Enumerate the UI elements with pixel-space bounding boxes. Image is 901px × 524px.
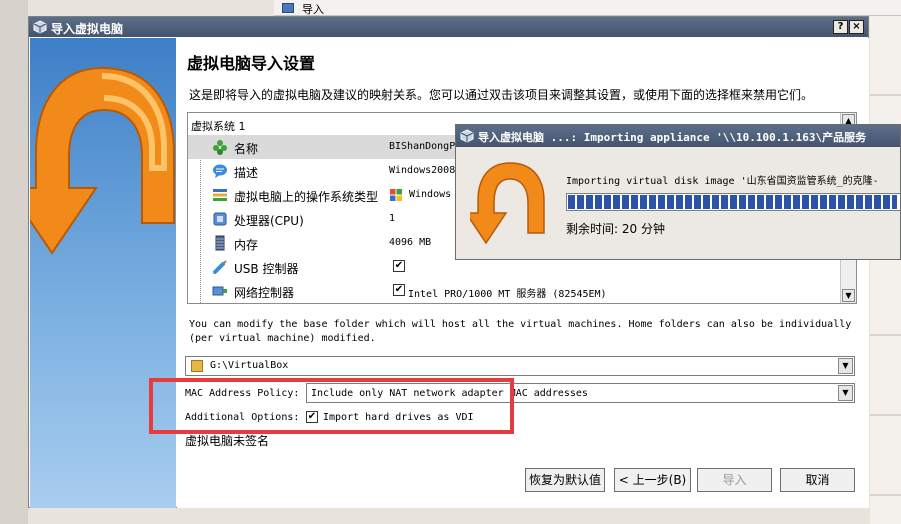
- network-checkbox[interactable]: ✔: [393, 284, 405, 296]
- row-value: Windows: [409, 189, 452, 200]
- progress-bar-fill: [568, 195, 897, 209]
- page-title: 虚拟电脑导入设置: [187, 54, 316, 73]
- progress-status: Importing virtual disk image '山东省国资监管系统_…: [566, 176, 879, 187]
- virtualbox-icon: [33, 20, 47, 34]
- progress-titlebar[interactable]: 导入虚拟电脑 ...: Importing appliance '\\10.10…: [456, 125, 900, 147]
- dialog-title: 导入虚拟电脑: [51, 22, 124, 36]
- cancel-button[interactable]: 取消: [780, 468, 855, 492]
- tree-root-item[interactable]: 虚拟系统 1: [191, 118, 246, 134]
- background-window-right: [870, 16, 901, 524]
- row-label: 内存: [234, 238, 259, 252]
- row-value: 1: [389, 213, 396, 224]
- scroll-down-icon[interactable]: ▼: [842, 289, 855, 302]
- restore-defaults-button[interactable]: 恢复为默认值: [525, 468, 605, 492]
- os-type-icon: [213, 189, 227, 201]
- row-label: 处理器(CPU): [234, 214, 304, 228]
- usb-checkbox[interactable]: ✔: [393, 260, 405, 272]
- import-arrow-icon: [30, 66, 175, 255]
- row-label: 网络控制器: [234, 286, 295, 300]
- cpu-icon: [213, 212, 227, 226]
- windows-logo-icon: [390, 189, 402, 201]
- row-label: USB 控制器: [234, 262, 299, 276]
- row-label: 虚拟电脑上的操作系统类型: [234, 190, 379, 204]
- speech-bubble-icon: [213, 164, 227, 178]
- usb-icon: [213, 260, 227, 274]
- base-folder-value: G:\VirtualBox: [210, 360, 289, 371]
- tree-row-network[interactable]: 网络控制器 ✔ Intel PRO/1000 MT 服务器 (82545EM): [188, 279, 840, 303]
- window-icon: [282, 3, 294, 13]
- row-label: 描述: [234, 166, 259, 180]
- row-label: 名称: [234, 142, 259, 156]
- folder-icon: [191, 360, 203, 372]
- page-description: 这是即将导入的虚拟电脑及建议的映射关系。您可以通过双击该项目来调整其设置，或使用…: [189, 88, 814, 102]
- help-button[interactable]: ?: [833, 20, 848, 34]
- back-button[interactable]: < 上一步(B): [614, 468, 691, 492]
- row-value: BIShanDongP: [389, 141, 456, 152]
- import-button[interactable]: 导入: [697, 468, 772, 492]
- memory-icon: [215, 235, 225, 251]
- background-window-left: [0, 0, 28, 524]
- progress-bar: [566, 193, 900, 211]
- virtualbox-icon: [460, 129, 474, 143]
- close-button[interactable]: ×: [849, 20, 864, 34]
- import-progress-dialog: 导入虚拟电脑 ...: Importing appliance '\\10.10…: [455, 124, 901, 260]
- base-folder-note: You can modify the base folder which wil…: [189, 319, 852, 344]
- unsigned-note: 虚拟电脑未签名: [185, 434, 270, 448]
- background-window-title: 导入: [302, 3, 324, 16]
- wizard-content: 虚拟电脑导入设置 这是即将导入的虚拟电脑及建议的映射关系。您可以通过双击该项目来…: [177, 38, 869, 508]
- row-value: Intel PRO/1000 MT 服务器 (82545EM): [408, 289, 607, 300]
- network-icon: [212, 286, 227, 296]
- green-puzzle-icon: [213, 140, 227, 155]
- import-appliance-dialog: 导入虚拟电脑 ? × 虚拟电脑导入设置 这是即将导入的虚拟电脑及建议的映射关系。…: [28, 16, 869, 508]
- chevron-down-icon[interactable]: ▼: [838, 358, 853, 374]
- import-arrow-icon: [470, 162, 545, 245]
- wizard-side-banner: [30, 38, 176, 508]
- base-folder-select[interactable]: G:\VirtualBox ▼: [185, 356, 855, 376]
- time-remaining: 剩余时间: 20 分钟: [566, 222, 665, 236]
- row-value: Windows2008: [389, 165, 456, 176]
- chevron-down-icon[interactable]: ▼: [838, 385, 853, 401]
- dialog-titlebar[interactable]: 导入虚拟电脑 ? ×: [29, 17, 868, 37]
- annotation-highlight-box: [149, 378, 514, 434]
- row-value: 4096 MB: [389, 237, 432, 248]
- background-window-top: 导入: [274, 0, 901, 16]
- progress-title: 导入虚拟电脑 ...: Importing appliance '\\10.10…: [478, 131, 867, 144]
